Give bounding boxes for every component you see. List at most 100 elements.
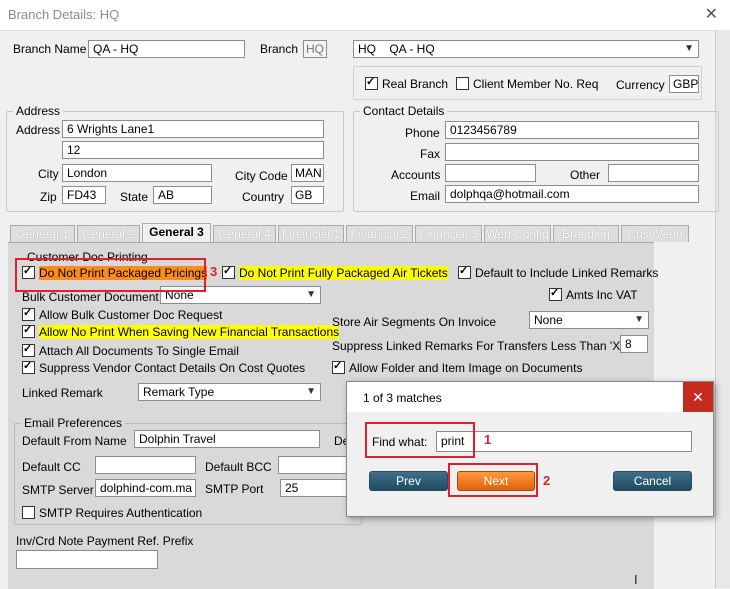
allow-no-print-label: Allow No Print When Saving New Financial…: [39, 325, 340, 339]
branch-name-input[interactable]: QA - HQ: [88, 40, 245, 58]
annotation-box-3: [15, 258, 206, 292]
tab-general-2[interactable]: General 2: [77, 225, 140, 242]
checkbox-checked-icon: [22, 344, 35, 357]
smtp-server-input[interactable]: dolphind-com.ma: [95, 479, 196, 497]
tab-general-4[interactable]: General 4: [213, 225, 276, 242]
chevron-down-icon: ▼: [306, 386, 316, 397]
window-title: Branch Details: HQ: [8, 7, 120, 22]
attach-all-checkbox[interactable]: Attach All Documents To Single Email: [22, 344, 239, 358]
real-branch-checkbox[interactable]: Real Branch: [365, 77, 448, 91]
checkbox-checked-icon: [22, 308, 35, 321]
other-input[interactable]: [608, 164, 699, 182]
default-from-input[interactable]: Dolphin Travel: [134, 430, 320, 448]
window-titlebar: Branch Details: HQ ✕: [0, 0, 730, 31]
fax-label: Fax: [420, 147, 441, 161]
suppress-vendor-label: Suppress Vendor Contact Details On Cost …: [39, 361, 306, 375]
suppress-vendor-checkbox[interactable]: Suppress Vendor Contact Details On Cost …: [22, 361, 305, 375]
phone-input[interactable]: 0123456789: [445, 121, 699, 139]
checkbox-unchecked-icon: [456, 77, 469, 90]
country-input[interactable]: GB: [291, 186, 324, 204]
default-linked-remarks-checkbox[interactable]: Default to Include Linked Remarks: [458, 266, 658, 280]
suppress-linked-label: Suppress Linked Remarks For Transfers Le…: [332, 339, 623, 353]
tab-financial-2[interactable]: Financial 2: [346, 225, 413, 242]
store-air-value: None: [534, 313, 563, 327]
state-label: State: [120, 190, 149, 204]
email-label: Email: [410, 189, 441, 203]
currency-input[interactable]: GBP: [669, 75, 699, 93]
no-print-air-label: Do Not Print Fully Packaged Air Tickets: [239, 266, 448, 280]
state-input[interactable]: AB: [153, 186, 212, 204]
tab-cust-vend[interactable]: Cust/Vend: [621, 225, 689, 242]
city-code-input[interactable]: MAN: [291, 164, 324, 182]
contact-details-caption: Contact Details: [360, 104, 448, 118]
fax-input[interactable]: [445, 143, 699, 161]
annotation-box-2: [448, 463, 538, 497]
checkbox-checked-icon: [549, 288, 562, 301]
window-close-icon[interactable]: ✕: [705, 4, 718, 24]
annotation-number-3: 3: [210, 264, 218, 279]
bulk-customer-doc-label: Bulk Customer Document: [22, 290, 159, 304]
accounts-input[interactable]: [445, 164, 536, 182]
chevron-down-icon: ▼: [634, 314, 644, 325]
currency-label: Currency: [616, 78, 665, 92]
allow-no-print-checkbox[interactable]: Allow No Print When Saving New Financial…: [22, 325, 340, 339]
linked-remark-value: Remark Type: [143, 385, 215, 399]
smtp-port-label: SMTP Port: [205, 482, 264, 496]
country-label: Country: [242, 190, 285, 204]
zip-input[interactable]: FD43: [62, 186, 106, 204]
tab-general-1[interactable]: General 1: [10, 225, 75, 242]
email-preferences-caption: Email Preferences: [21, 416, 126, 430]
tab-financial-3[interactable]: Financial 3: [415, 225, 482, 242]
default-bcc-input[interactable]: [278, 456, 348, 474]
client-member-checkbox[interactable]: Client Member No. Req: [456, 77, 598, 91]
annotation-box-1: [365, 422, 475, 458]
find-dialog-title: 1 of 3 matches: [363, 391, 442, 405]
suppress-linked-input[interactable]: 8: [620, 335, 648, 353]
smtp-auth-checkbox[interactable]: SMTP Requires Authentication: [22, 506, 202, 520]
linked-remark-select[interactable]: Remark Type ▼: [138, 383, 321, 401]
accounts-label: Accounts: [391, 168, 441, 182]
store-air-select[interactable]: None ▼: [529, 311, 649, 329]
checkbox-unchecked-icon: [22, 506, 35, 519]
find-dialog-close-icon[interactable]: ✕: [683, 382, 713, 412]
checkbox-checked-icon: [332, 361, 345, 374]
email-input[interactable]: dolphqa@hotmail.com: [445, 185, 699, 203]
linked-remark-label: Linked Remark: [22, 386, 103, 400]
checkbox-checked-icon: [365, 77, 378, 90]
checkbox-checked-icon: [222, 266, 235, 279]
annotation-number-2: 2: [543, 473, 551, 488]
tab-branding[interactable]: Branding: [553, 225, 619, 242]
annotation-number-1: 1: [484, 432, 492, 447]
zip-label: Zip: [40, 190, 57, 204]
client-member-label: Client Member No. Req: [473, 77, 599, 91]
tab-web-config[interactable]: Web Config: [484, 225, 551, 242]
smtp-port-input[interactable]: 25: [280, 479, 348, 497]
branch-code-input[interactable]: HQ: [303, 40, 327, 58]
tab-financial-1[interactable]: Financial 1: [278, 225, 344, 242]
prev-button[interactable]: Prev: [369, 471, 448, 491]
amts-inc-vat-label: Amts Inc VAT: [566, 288, 638, 302]
inv-prefix-input[interactable]: [16, 550, 158, 569]
store-air-label: Store Air Segments On Invoice: [332, 315, 497, 329]
inv-prefix-label: Inv/Crd Note Payment Ref. Prefix: [16, 534, 194, 548]
address-line2-input[interactable]: 12: [62, 141, 324, 159]
no-print-air-checkbox[interactable]: Do Not Print Fully Packaged Air Tickets: [222, 266, 448, 280]
address-caption: Address: [13, 104, 64, 118]
real-branch-label: Real Branch: [382, 77, 449, 91]
city-label: City: [38, 167, 59, 181]
phone-label: Phone: [405, 126, 440, 140]
city-input[interactable]: London: [62, 164, 212, 182]
text-cursor-icon: I: [634, 572, 638, 587]
chevron-down-icon: ▼: [684, 43, 694, 54]
smtp-server-label: SMTP Server: [22, 483, 94, 497]
default-from-label: Default From Name: [22, 434, 127, 448]
branch-selector[interactable]: HQ QA - HQ ▼: [353, 40, 699, 58]
allow-bulk-checkbox[interactable]: Allow Bulk Customer Doc Request: [22, 308, 222, 322]
cancel-button[interactable]: Cancel: [613, 471, 692, 491]
default-cc-input[interactable]: [95, 456, 196, 474]
address-label: Address: [16, 123, 61, 137]
allow-folder-image-checkbox[interactable]: Allow Folder and Item Image on Documents: [332, 361, 582, 375]
address-line1-input[interactable]: 6 Wrights Lane1: [62, 120, 324, 138]
amts-inc-vat-checkbox[interactable]: Amts Inc VAT: [549, 288, 638, 302]
tab-general-3[interactable]: General 3: [142, 223, 211, 243]
